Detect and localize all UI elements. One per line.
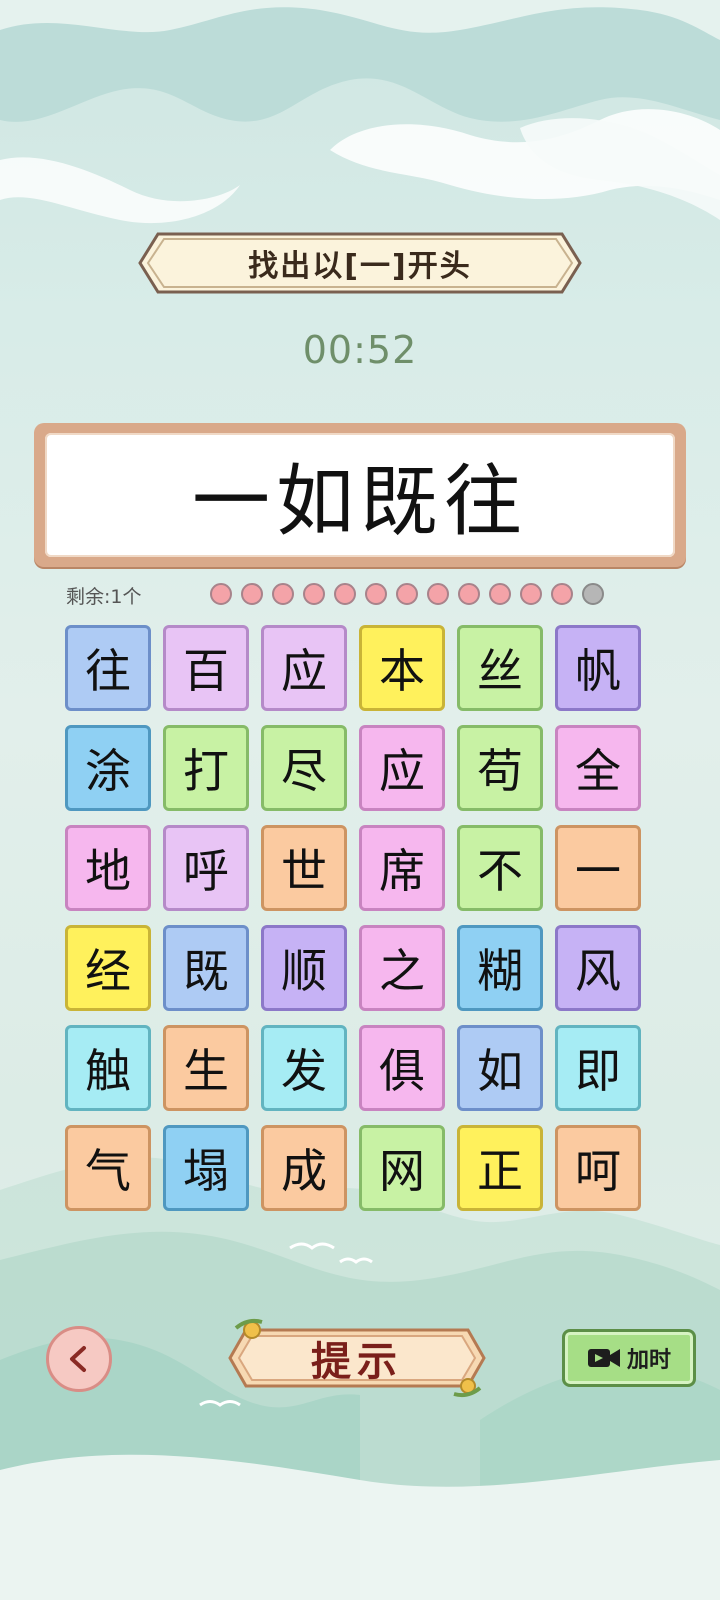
character-tile[interactable]: 丝 <box>457 625 543 711</box>
character-tile[interactable]: 经 <box>65 925 151 1011</box>
title-banner: 找出以[一]开头 <box>138 232 582 294</box>
progress-dot <box>303 583 325 605</box>
character-tile[interactable]: 打 <box>163 725 249 811</box>
character-tile[interactable]: 即 <box>555 1025 641 1111</box>
answer-idiom: 一如既往 <box>191 457 528 547</box>
progress-dot <box>458 583 480 605</box>
chevron-left-icon <box>70 1346 86 1372</box>
character-tile[interactable]: 百 <box>163 625 249 711</box>
character-tile[interactable]: 应 <box>261 625 347 711</box>
puzzle-prompt: 找出以[一]开头 <box>248 249 472 284</box>
character-tile[interactable]: 发 <box>261 1025 347 1111</box>
progress-dot <box>489 583 511 605</box>
character-tile[interactable]: 触 <box>65 1025 151 1111</box>
character-tile[interactable]: 苟 <box>457 725 543 811</box>
character-tile[interactable]: 席 <box>359 825 445 911</box>
character-tile[interactable]: 生 <box>163 1025 249 1111</box>
progress-dot <box>241 583 263 605</box>
character-tile[interactable]: 一 <box>555 825 641 911</box>
character-tile[interactable]: 应 <box>359 725 445 811</box>
back-button[interactable] <box>46 1326 112 1392</box>
character-tile[interactable]: 网 <box>359 1125 445 1211</box>
character-tile[interactable]: 如 <box>457 1025 543 1111</box>
character-tile[interactable]: 全 <box>555 725 641 811</box>
progress-dot <box>427 583 449 605</box>
character-tile[interactable]: 不 <box>457 825 543 911</box>
character-tile[interactable]: 之 <box>359 925 445 1011</box>
remaining-count: 剩余:1个 <box>66 586 142 608</box>
character-tile[interactable]: 世 <box>261 825 347 911</box>
progress-dot <box>396 583 418 605</box>
progress-dot <box>582 583 604 605</box>
character-tile[interactable]: 尽 <box>261 725 347 811</box>
progress-dot <box>551 583 573 605</box>
character-tile[interactable]: 顺 <box>261 925 347 1011</box>
add-time-label: 加时 <box>626 1348 671 1373</box>
character-tile[interactable]: 既 <box>163 925 249 1011</box>
character-tile[interactable]: 糊 <box>457 925 543 1011</box>
character-tile[interactable]: 成 <box>261 1125 347 1211</box>
character-tile[interactable]: 本 <box>359 625 445 711</box>
character-tile[interactable]: 呵 <box>555 1125 641 1211</box>
character-tile[interactable]: 地 <box>65 825 151 911</box>
character-tile[interactable]: 呼 <box>163 825 249 911</box>
character-tile[interactable]: 往 <box>65 625 151 711</box>
character-tile[interactable]: 气 <box>65 1125 151 1211</box>
progress-dot <box>365 583 387 605</box>
character-tile[interactable]: 帆 <box>555 625 641 711</box>
answer-frame: 一如既往 <box>34 423 686 567</box>
hint-label: 提示 <box>311 1338 403 1385</box>
progress-dot <box>272 583 294 605</box>
answer-box: 一如既往 <box>45 433 675 557</box>
progress-dot <box>334 583 356 605</box>
character-tile[interactable]: 正 <box>457 1125 543 1211</box>
add-time-button[interactable]: 加时 <box>562 1329 696 1387</box>
video-camera-icon <box>587 1349 620 1367</box>
progress-dot <box>210 583 232 605</box>
character-tile[interactable]: 涂 <box>65 725 151 811</box>
character-tile[interactable]: 俱 <box>359 1025 445 1111</box>
character-tile[interactable]: 塌 <box>163 1125 249 1211</box>
hint-button[interactable]: 提示 <box>222 1308 492 1408</box>
character-tile[interactable]: 风 <box>555 925 641 1011</box>
countdown-timer: 00:52 <box>302 328 418 372</box>
progress-dot <box>520 583 542 605</box>
